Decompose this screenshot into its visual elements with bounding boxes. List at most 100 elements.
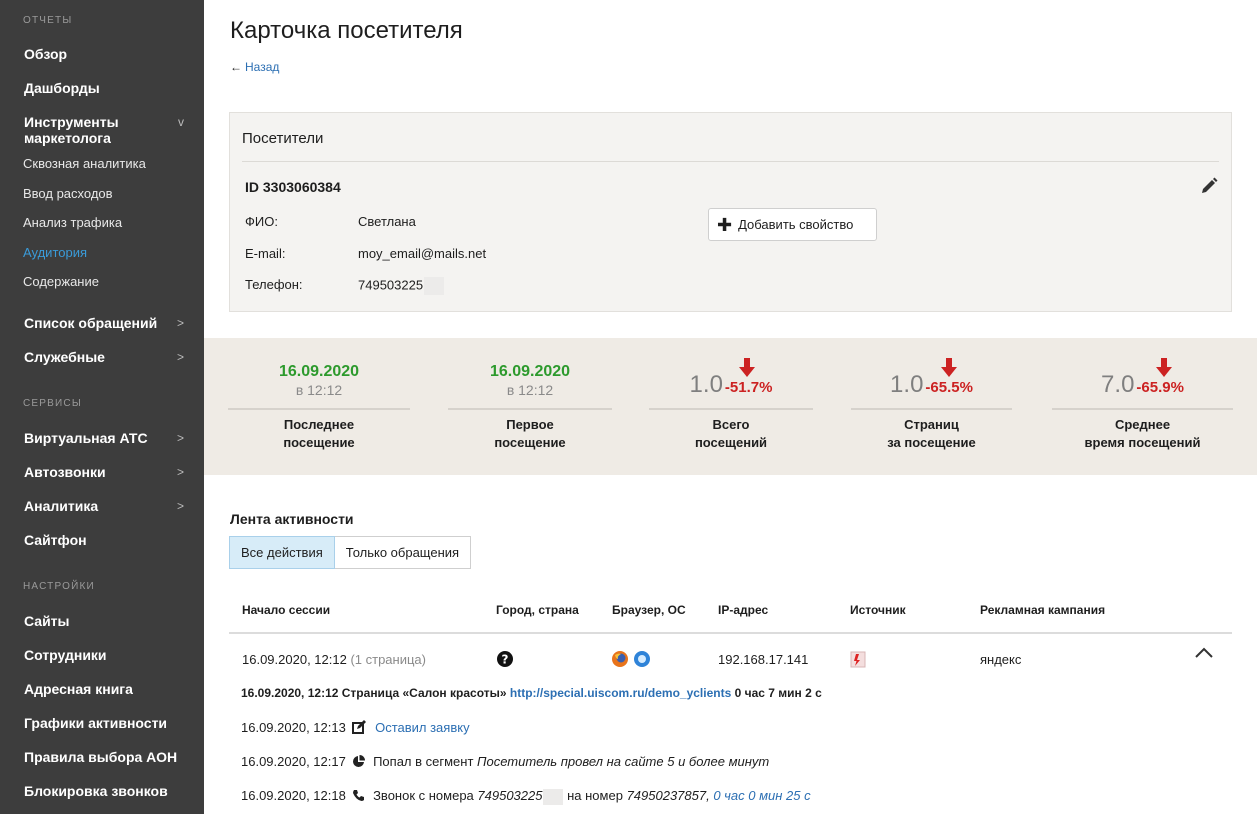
stat-value: 7.0 -65.9% [1052, 371, 1233, 399]
add-property-label: Добавить свойство [738, 217, 854, 232]
sidebar-subitem-audience[interactable]: Аудитория [23, 245, 87, 260]
sidebar-subitem-costs-input[interactable]: Ввод расходов [23, 186, 113, 201]
event-duration: 0 час 7 мин 2 с [734, 686, 822, 700]
tab-all-actions[interactable]: Все действия [229, 536, 335, 569]
stat-change: -51.7% [724, 379, 773, 396]
event-call-duration-link[interactable]: 0 час 0 мин 25 с [713, 788, 810, 803]
stat-label: Среднее время посещений [1052, 416, 1233, 452]
email-value: moy_email@mails.net [358, 246, 487, 261]
pencil-icon[interactable] [1200, 177, 1218, 195]
event-target-number: 74950237857, [626, 788, 710, 803]
back-link[interactable]: ← Назад [230, 60, 279, 74]
activity-feed-title: Лента активности [230, 511, 354, 527]
table-header-divider [229, 632, 1232, 634]
sidebar-item-requests-list[interactable]: Список обращений > [24, 315, 184, 331]
sidebar-item-label: Инструменты маркетолога [24, 114, 119, 146]
sidebar-item-analytics[interactable]: Аналитика > [24, 498, 184, 514]
event-request: 16.09.2020, 12:13 Оставил заявку [241, 720, 470, 737]
sidebar-section-services: СЕРВИСЫ [23, 398, 82, 409]
sidebar-item-label: Адресная книга [24, 681, 133, 697]
source-icon [850, 651, 866, 668]
event-time: 16.09.2020, 12:18 [241, 788, 346, 803]
sidebar-subitem-traffic-analysis[interactable]: Анализ трафика [23, 215, 122, 230]
plus-icon: ✚ [717, 214, 733, 235]
divider [649, 408, 813, 410]
session-start: 16.09.2020, 12:12 (1 страница) [242, 652, 426, 667]
column-header-campaign[interactable]: Рекламная кампания [980, 603, 1105, 617]
sidebar-subitem-content[interactable]: Содержание [23, 274, 99, 289]
stat-label-line: время посещений [1084, 435, 1201, 450]
arrow-down-icon [941, 358, 957, 377]
divider [1052, 408, 1233, 410]
sidebar-section-reports: ОТЧЕТЫ [23, 15, 73, 26]
arrow-down-icon [739, 358, 755, 377]
stat-time: в 12:12 [295, 382, 343, 398]
sidebar-item-employees[interactable]: Сотрудники [24, 647, 186, 663]
sidebar-item-overview[interactable]: Обзор [24, 46, 186, 62]
arrow-left-icon: ← [230, 60, 242, 74]
stat-label: Страниц за посещение [851, 416, 1012, 452]
sidebar-item-label: Сайтфон [24, 532, 87, 548]
pie-segment-icon [353, 754, 366, 767]
stat-value: 1.0 -65.5% [851, 371, 1012, 399]
sidebar-subitem-end-to-end-analytics[interactable]: Сквозная аналитика [23, 156, 146, 171]
sidebar-item-activity-charts[interactable]: Графики активности [24, 715, 186, 731]
chevron-right-icon: > [176, 465, 184, 479]
event-segment-name: Посетитель провел на сайте 5 и более мин… [477, 754, 770, 769]
sidebar-item-label: Графики активности [24, 715, 168, 731]
chevron-right-icon: > [176, 350, 184, 364]
column-header-ip[interactable]: IP-адрес [718, 603, 768, 617]
name-value: Светлана [358, 214, 416, 229]
stat-change: -65.5% [925, 379, 973, 396]
event-request-link[interactable]: Оставил заявку [375, 720, 470, 735]
sidebar-item-call-block[interactable]: Блокировка звонков [24, 783, 186, 799]
sidebar-item-label: Дашборды [24, 80, 100, 96]
stat-label-line: посещений [694, 435, 768, 450]
stat-number: 1.0 [890, 371, 924, 398]
stat-label-line: за посещение [887, 435, 976, 450]
column-header-city[interactable]: Город, страна [496, 603, 579, 617]
column-header-session-start[interactable]: Начало сессии [242, 603, 330, 617]
event-text: Попал в сегмент [373, 754, 474, 769]
stat-label-line: Страниц [904, 417, 959, 432]
event-time: 16.09.2020, 12:17 [241, 754, 346, 769]
sidebar-item-sites[interactable]: Сайты [24, 613, 186, 629]
sidebar-item-autocalls[interactable]: Автозвонки > [24, 464, 184, 480]
stat-avg-visit-time: 7.0 -65.9% Среднее время посещений [1052, 338, 1233, 450]
divider [851, 408, 1012, 410]
event-text: Страница «Салон красоты» [341, 686, 507, 700]
chevron-right-icon: > [176, 499, 184, 513]
sidebar-item-aon-rules[interactable]: Правила выбора АОН [24, 749, 186, 765]
event-text: на номер [567, 788, 623, 803]
stat-label-line: Среднее [1114, 417, 1171, 432]
sidebar-item-dashboards[interactable]: Дашборды [24, 80, 186, 96]
sidebar-item-address-book[interactable]: Адресная книга [24, 681, 186, 697]
stat-pages-per-visit: 1.0 -65.5% Страниц за посещение [851, 338, 1012, 450]
tab-requests-only[interactable]: Только обращения [334, 536, 472, 569]
stat-change: -65.9% [1136, 379, 1184, 396]
session-pages-count: (1 страница) [350, 652, 426, 667]
stat-label: Первое посещение [448, 416, 612, 452]
feed-tabs: Все действия Только обращения [229, 536, 472, 569]
divider [228, 408, 410, 410]
divider [448, 408, 612, 410]
add-property-button[interactable]: ✚ Добавить свойство [708, 208, 877, 241]
sidebar-item-virtual-pbx[interactable]: Виртуальная АТС > [24, 430, 184, 446]
column-header-browser[interactable]: Браузер, ОС [612, 603, 686, 617]
stat-number: 7.0 [1101, 371, 1135, 398]
event-url-link[interactable]: http://special.uiscom.ru/demo_yclients [510, 686, 731, 700]
sidebar-item-label: Правила выбора АОН [24, 749, 178, 765]
sidebar-item-label: Сайты [24, 613, 70, 629]
stat-label-line: Последнее [283, 417, 355, 432]
stat-value: 1.0 -51.7% [649, 371, 813, 399]
column-header-source[interactable]: Источник [850, 603, 906, 617]
chevron-right-icon: > [176, 316, 184, 330]
sidebar-item-sitephone[interactable]: Сайтфон [24, 532, 186, 548]
sidebar-item-label: Аналитика [24, 498, 99, 514]
chevron-up-icon[interactable] [1195, 647, 1213, 659]
sidebar-item-service[interactable]: Служебные > [24, 349, 184, 365]
arrow-down-icon [1156, 358, 1172, 377]
stat-label-line: посещение [283, 435, 355, 450]
page-title: Карточка посетителя [230, 17, 463, 44]
sidebar-item-marketer-tools[interactable]: Инструменты маркетолога v [24, 114, 184, 146]
